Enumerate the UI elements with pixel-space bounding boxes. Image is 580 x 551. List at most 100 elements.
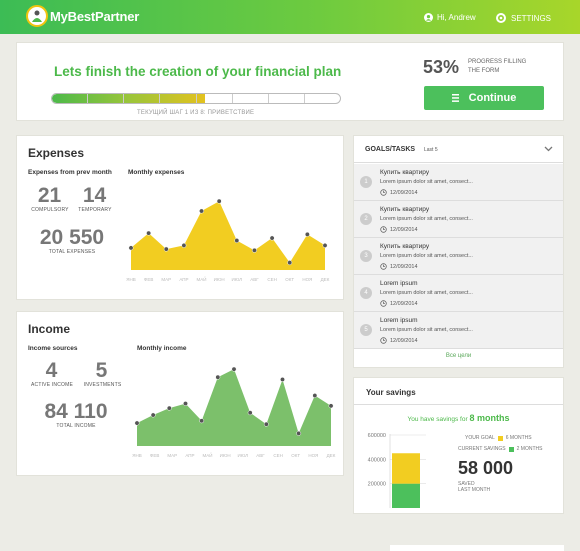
goal-item[interactable]: 4 Lorem ipsum Lorem ipsum dolor sit amet, … (354, 275, 563, 312)
goal-number: 1 (360, 176, 372, 188)
investments-count: 5 (95, 359, 108, 382)
expenses-tick-label: НОЯ (302, 277, 312, 282)
investments-label: INVESTMENTS (83, 382, 122, 388)
income-tick-label: АПР (185, 453, 194, 458)
savings-tick-label: 200000 (368, 482, 386, 488)
income-point (312, 393, 318, 398)
goals-title: GOALS/TASKS (365, 146, 416, 153)
income-point (280, 377, 285, 382)
goals-card: GOALS/TASKS Last 5 1 Купить квартиру Lorem… (353, 135, 564, 368)
legend-current: CURRENT SAVINGS 2 MONTHS (458, 446, 542, 452)
gear-icon (496, 13, 506, 23)
goal-title: Купить квартиру (380, 169, 430, 176)
chevron-down-icon[interactable] (544, 146, 553, 152)
clock-icon (380, 226, 387, 233)
continue-button[interactable]: Continue (424, 86, 544, 110)
goal-item[interactable]: 5 Lorem ipsum Lorem ipsum dolor sit amet, … (354, 312, 563, 349)
all-goals-link[interactable]: Все цели (354, 353, 563, 359)
income-sources-label: Income sources (28, 345, 78, 352)
goal-item[interactable]: 2 Купить квартиру Lorem ipsum dolor sit am… (354, 201, 563, 238)
income-tick-label: НОЯ (308, 453, 318, 458)
income-point (215, 374, 221, 380)
goal-date: 12/09/2014 (380, 337, 418, 344)
legend-current-label: CURRENT SAVINGS (458, 446, 506, 452)
expenses-point (181, 242, 187, 248)
logo-icon[interactable] (26, 5, 48, 27)
expenses-point (304, 231, 310, 237)
savings-note-prefix: You have savings for (407, 416, 468, 423)
savings-amount: 58 000 (458, 458, 514, 478)
clock-icon (380, 300, 387, 307)
settings-link[interactable]: SETTINGS (496, 13, 551, 23)
goal-item[interactable]: 3 Купить квартиру Lorem ipsum dolor sit am… (354, 238, 563, 275)
income-title: Income (28, 322, 71, 336)
top-bar: MyBestPartner Hi, Andrew SETTINGS (0, 0, 580, 34)
income-tick-label: ИЮН (220, 453, 231, 458)
temporary-count: 14 (82, 184, 107, 207)
savings-chart: 600000 400000 200000 (368, 433, 426, 508)
active-income-label: ACTIVE INCOME (30, 382, 74, 388)
goals-subtitle: Last 5 (424, 147, 438, 153)
savings-bar-goal (392, 453, 420, 484)
expenses-title: Expenses (28, 146, 85, 160)
income-point (183, 401, 188, 407)
income-tick-label: ОКТ (291, 453, 300, 458)
goal-title: Купить квартиру (380, 206, 430, 213)
savings-tick-label: 400000 (368, 457, 386, 463)
income-chart: ЯНВ ФЕВ МАР АПР МАЙ ИЮН ИЮЛ АВГ СЕН ОКТ НОЯ ДЕК (132, 366, 336, 458)
income-tick-label: СЕН (273, 453, 283, 458)
goal-date: 12/09/2014 (380, 300, 418, 307)
savings-note: You have savings for 8 months (354, 413, 563, 423)
savings-note-months: 8 months (469, 413, 510, 423)
total-expenses-label: TOTAL EXPENSES (48, 249, 96, 255)
goal-title: Lorem ipsum (380, 317, 418, 324)
footer-strip (390, 545, 564, 551)
app-name[interactable]: MyBestPartner (50, 9, 139, 24)
expenses-point (216, 198, 222, 204)
income-point (150, 412, 156, 418)
goal-date-text: 12/09/2014 (390, 226, 418, 233)
user-menu[interactable]: Hi, Andrew (424, 13, 476, 22)
goal-item[interactable]: 1 Купить квартиру Lorem ipsum dolor sit am… (354, 164, 563, 201)
goals-header[interactable]: GOALS/TASKS Last 5 (354, 136, 563, 163)
expenses-tick-label: МАЙ (197, 275, 207, 282)
expenses-point (199, 208, 204, 214)
active-income-count: 4 (45, 359, 58, 382)
goal-description: Lorem ipsum dolor sit amet, consect... (380, 179, 473, 185)
income-point (328, 403, 334, 409)
legend-goal-label: YOUR GOAL (465, 435, 495, 441)
savings-title: Your savings (366, 388, 416, 397)
income-tick-label: АВГ (256, 453, 265, 458)
expenses-point (146, 230, 152, 236)
expenses-tick-label: ДЕК (321, 277, 330, 282)
expenses-point (252, 247, 257, 253)
current-step-text: ТЕКУЩИЙ ШАГ 1 ИЗ 8: ПРИВЕТСТВИЕ (137, 110, 255, 116)
expenses-tick-label: СЕН (267, 277, 277, 282)
expenses-point (163, 246, 169, 252)
expenses-chart: ЯНВ ФЕВ МАР АПР МАЙ ИЮН ИЮЛ АВГ СЕН ОКТ НОЯ ДЕК (126, 198, 330, 282)
savings-tick-label: 600000 (368, 433, 386, 439)
user-greeting: Hi, Andrew (437, 13, 476, 22)
continue-label: Continue (468, 92, 517, 104)
saved-last-month-label: SAVED LAST MONTH (458, 481, 490, 493)
plan-title: Lets finish the creation of your financi… (54, 64, 342, 79)
legend-goal-value: 6 MONTHS (505, 435, 532, 441)
monthly-income-label: Monthly income (137, 345, 187, 352)
compulsory-label: COMPULSORY (31, 207, 69, 213)
expenses-prev-month-label: Expenses from prev month (28, 169, 112, 176)
goal-number: 5 (360, 324, 372, 336)
goal-description: Lorem ipsum dolor sit amet, consect... (380, 253, 473, 259)
income-tick-label: ЯНВ (132, 453, 142, 458)
income-point (247, 410, 253, 416)
legend-current-value: 2 MONTHS (516, 446, 543, 452)
goal-date: 12/09/2014 (380, 263, 418, 270)
expenses-point (128, 245, 134, 251)
expenses-tick-label: ОКТ (285, 277, 294, 282)
goal-description: Lorem ipsum dolor sit amet, consect... (380, 290, 473, 296)
goal-date: 12/09/2014 (380, 226, 418, 233)
income-tick-label: МАЙ (203, 451, 213, 458)
compulsory-count: 21 (37, 184, 62, 207)
goal-number: 3 (360, 250, 372, 262)
plan-progress-bar (51, 93, 341, 104)
goal-title: Купить квартиру (380, 243, 430, 250)
